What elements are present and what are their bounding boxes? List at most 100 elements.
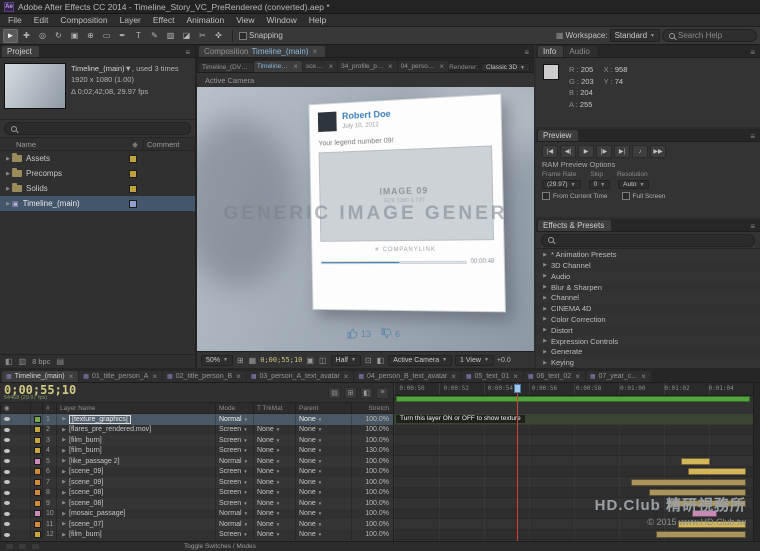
layer-name-cell[interactable]: ▶[film_burn] <box>56 530 215 541</box>
label-color-chip[interactable] <box>34 521 41 528</box>
layer-label-cell[interactable] <box>30 456 42 467</box>
layer-parent-dropdown[interactable]: None▼ <box>295 519 351 530</box>
field-value-resolution[interactable]: Auto▼ <box>618 180 649 189</box>
visibility-toggle[interactable] <box>4 470 10 474</box>
layer-mode-dropdown[interactable]: Screen▼ <box>215 488 253 499</box>
mask-visibility-icon[interactable]: ▦ <box>248 356 258 365</box>
label-color-chip[interactable] <box>34 531 41 538</box>
help-search-input[interactable]: Search Help <box>662 29 757 42</box>
tab-effects-presets[interactable]: Effects & Presets <box>538 220 611 231</box>
graph-row[interactable] <box>394 446 753 457</box>
twirl-icon[interactable]: ▶ <box>60 469 68 475</box>
timeline-tab-01_title_person_a[interactable]: ▦01_title_person_A× <box>79 371 162 382</box>
timeline-tab-05_text_01[interactable]: ▦05_text_01× <box>462 371 523 382</box>
twirl-icon[interactable]: ▶ <box>60 532 68 538</box>
layer-name-cell[interactable]: ▶[texture_graphics] <box>56 414 215 425</box>
time-ruler[interactable]: 0:00:500:00:520:00:540:00:560:00:580:01:… <box>394 383 753 396</box>
label-color-chip[interactable] <box>34 416 41 423</box>
twirl-icon[interactable]: ▶ <box>4 201 12 207</box>
column-stretch[interactable]: Stretch <box>351 403 393 413</box>
layer-row[interactable]: 11▶[scene_07]Normal▼None▼None▼100.0% <box>0 519 393 530</box>
layer-trkmat-dropdown[interactable]: None▼ <box>253 435 295 446</box>
layer-trkmat-dropdown[interactable]: None▼ <box>253 519 295 530</box>
last-frame-button[interactable]: ▶| <box>614 145 630 158</box>
close-icon[interactable]: × <box>640 372 647 381</box>
close-icon[interactable]: × <box>450 372 457 381</box>
graph-row[interactable] <box>394 425 753 436</box>
twirl-icon[interactable]: ▶ <box>4 171 12 177</box>
project-item-timeline_-main-[interactable]: ▶▣Timeline_(main) <box>0 196 195 211</box>
comp-current-time[interactable]: 0;00;55;10 <box>260 356 302 364</box>
layer-parent-dropdown[interactable]: None▼ <box>295 530 351 541</box>
timeline-tab-07_year_c-[interactable]: ▦07_year_c...× <box>586 371 651 382</box>
menu-window[interactable]: Window <box>261 15 303 25</box>
close-icon[interactable]: × <box>574 372 581 381</box>
layer-row[interactable]: 2▶[flares_pre_rendered.mov]Screen▼None▼N… <box>0 425 393 436</box>
twirl-icon[interactable]: ▶ <box>4 186 12 192</box>
visibility-toggle[interactable] <box>4 459 10 463</box>
layer-mode-dropdown[interactable]: Screen▼ <box>215 425 253 436</box>
close-icon[interactable]: × <box>438 62 445 71</box>
comp-tab-scene_08[interactable]: scene_08× <box>303 61 337 72</box>
layer-mode-dropdown[interactable]: Screen▼ <box>215 446 253 457</box>
twirl-icon[interactable]: ▶ <box>4 156 12 162</box>
layer-row[interactable]: 10▶[mosaic_passage]Normal▼None▼None▼100.… <box>0 509 393 520</box>
menu-help[interactable]: Help <box>303 15 332 25</box>
layer-duration-bar[interactable] <box>681 458 710 465</box>
graph-row[interactable] <box>394 467 753 478</box>
layer-row[interactable]: 12▶[film_burn]Screen▼None▼None▼100.0% <box>0 530 393 541</box>
visibility-toggle[interactable] <box>4 428 10 432</box>
label-color-chip[interactable] <box>34 468 41 475</box>
menu-layer[interactable]: Layer <box>114 15 147 25</box>
close-icon[interactable]: × <box>512 372 519 381</box>
expand-in-out-icon[interactable] <box>31 543 40 550</box>
layer-label-cell[interactable] <box>30 435 42 446</box>
draft-3d-icon[interactable]: ⊞ <box>344 387 357 399</box>
view-layout-dropdown[interactable]: 1 View▼ <box>455 355 494 366</box>
workspace-dropdown[interactable]: Standard▼ <box>610 29 660 42</box>
layer-parent-dropdown[interactable]: None▼ <box>295 414 351 425</box>
layer-parent-dropdown[interactable]: None▼ <box>295 425 351 436</box>
twirl-icon[interactable]: ▶ <box>541 252 549 258</box>
layer-row[interactable]: 6▶[scene_09]Screen▼None▼None▼100.0% <box>0 467 393 478</box>
checkbox-from-current-time[interactable]: From Current Time <box>542 192 608 200</box>
snapshot-icon[interactable]: ▣ <box>305 356 315 365</box>
layer-row[interactable]: 7▶[scene_09]Screen▼None▼None▼100.0% <box>0 477 393 488</box>
composition-mini-flowchart-icon[interactable]: ▤ <box>328 387 341 399</box>
layer-duration-bar[interactable] <box>688 468 745 475</box>
visibility-toggle[interactable] <box>4 501 10 505</box>
layer-mode-dropdown[interactable]: Normal▼ <box>215 509 253 520</box>
zoom-tool[interactable]: ◎ <box>35 29 50 43</box>
layer-name-cell[interactable]: ▶[scene_09] <box>56 467 215 478</box>
timeline-tab-04_person_b_text_avatar[interactable]: ▦04_person_B_text_avatar× <box>354 371 461 382</box>
layer-trkmat-dropdown[interactable]: None▼ <box>253 488 295 499</box>
layer-name-cell[interactable]: ▶[like_passage 2] <box>56 456 215 467</box>
interpret-footage-icon[interactable]: ◧ <box>5 357 13 366</box>
close-icon[interactable]: × <box>343 372 350 381</box>
panel-menu-icon[interactable]: ≡ <box>747 48 758 57</box>
pen-tool[interactable]: ✒ <box>115 29 130 43</box>
project-item-assets[interactable]: ▶Assets <box>0 151 195 166</box>
layer-duration-bar[interactable] <box>631 479 746 486</box>
region-of-interest-icon[interactable]: ⊡ <box>364 356 373 365</box>
column-layer-name[interactable]: Layer Name <box>56 403 215 413</box>
tab-composition[interactable]: Composition Timeline_(main) × <box>199 46 325 57</box>
frame-blending-icon[interactable]: ≡ <box>376 387 389 399</box>
close-icon[interactable]: × <box>292 62 299 71</box>
twirl-icon[interactable]: ▶ <box>541 295 549 301</box>
layer-name-cell[interactable]: ▶[film_burn] <box>56 446 215 457</box>
grid-guides-icon[interactable]: ⊞ <box>236 356 245 365</box>
label-color-chip[interactable] <box>34 510 41 517</box>
layer-parent-dropdown[interactable]: None▼ <box>295 435 351 446</box>
brush-tool[interactable]: ✎ <box>147 29 162 43</box>
layer-label-cell[interactable] <box>30 509 42 520</box>
fx-category-expression-controls[interactable]: ▶Expression Controls <box>536 336 760 347</box>
menu-file[interactable]: File <box>2 15 28 25</box>
twirl-icon[interactable]: ▶ <box>60 458 68 464</box>
next-frame-button[interactable]: |▶ <box>596 145 612 158</box>
twirl-icon[interactable]: ▶ <box>60 490 68 496</box>
layer-marker-comment[interactable]: Turn this layer ON or OFF to show textur… <box>396 415 525 423</box>
panel-menu-icon[interactable]: ≡ <box>747 222 758 231</box>
menu-composition[interactable]: Composition <box>54 15 113 25</box>
timeline-tab-02_title_person_b[interactable]: ▦02_title_person_B× <box>163 371 246 382</box>
